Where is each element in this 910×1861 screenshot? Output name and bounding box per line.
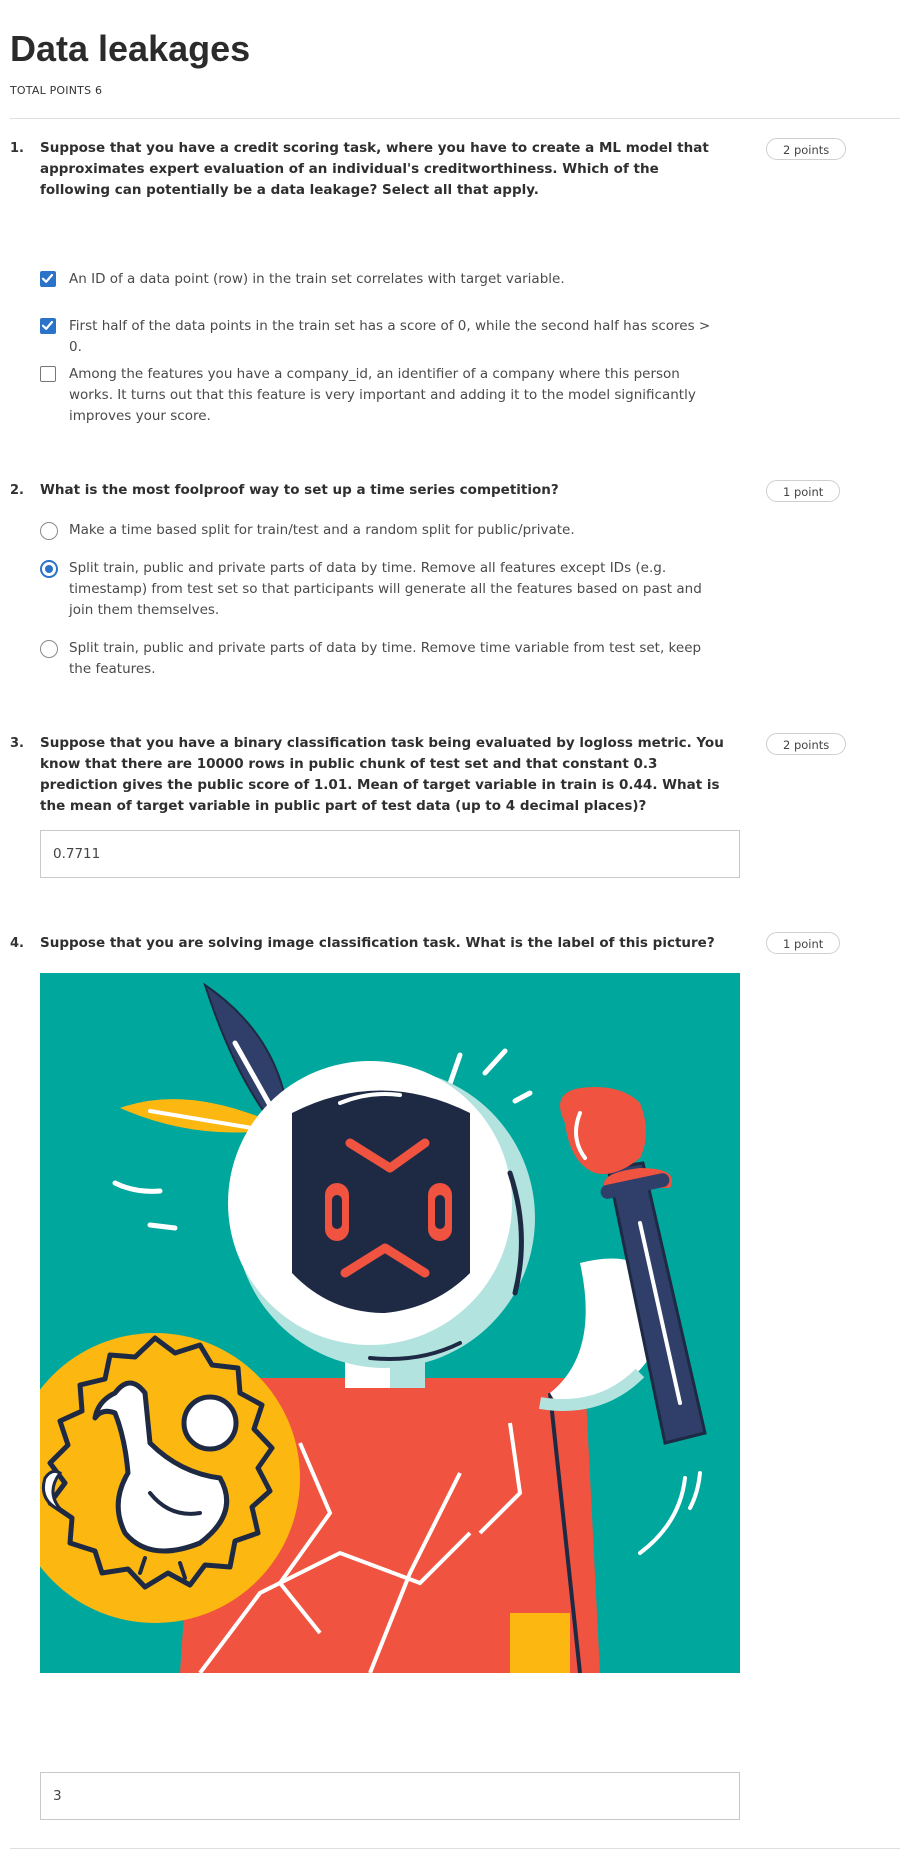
option-label: Split train, public and private parts of…	[69, 560, 702, 618]
radio-unselected-icon[interactable]	[40, 640, 58, 658]
option-label: Among the features you have a company_id…	[69, 366, 696, 424]
points-badge: 1 point	[766, 480, 841, 502]
robot-warrior-illustration	[40, 973, 740, 1673]
divider	[10, 118, 900, 119]
checkbox-checked-icon[interactable]	[40, 318, 56, 334]
radio-unselected-icon[interactable]	[40, 522, 58, 540]
option-label: An ID of a data point (row) in the train…	[69, 271, 565, 287]
total-points: TOTAL POINTS 6	[10, 84, 103, 97]
option-label: First half of the data points in the tra…	[69, 318, 711, 355]
question-number: 2.	[10, 483, 24, 498]
question-text: Suppose that you have a credit scoring t…	[40, 140, 709, 198]
answer-input[interactable]: 0.7711	[40, 830, 740, 878]
points-badge: 1 point	[766, 932, 841, 954]
page-title: Data leakages	[10, 28, 251, 69]
radio-selected-icon[interactable]	[40, 560, 58, 578]
divider	[10, 1848, 900, 1849]
option-label: Split train, public and private parts of…	[69, 640, 702, 677]
points-badge: 2 points	[766, 733, 847, 755]
option-label: Make a time based split for train/test a…	[69, 522, 575, 538]
question-text: Suppose that you have a binary classific…	[40, 735, 724, 814]
question-number: 4.	[10, 936, 24, 951]
question-text: Suppose that you are solving image class…	[40, 935, 715, 951]
checkbox-unchecked-icon[interactable]	[40, 366, 56, 382]
points-badge: 2 points	[766, 138, 847, 160]
question-text: What is the most foolproof way to set up…	[40, 482, 559, 498]
question-number: 3.	[10, 736, 24, 751]
answer-input[interactable]: 3	[40, 1772, 740, 1820]
question-number: 1.	[10, 141, 24, 156]
checkbox-checked-icon[interactable]	[40, 271, 56, 287]
